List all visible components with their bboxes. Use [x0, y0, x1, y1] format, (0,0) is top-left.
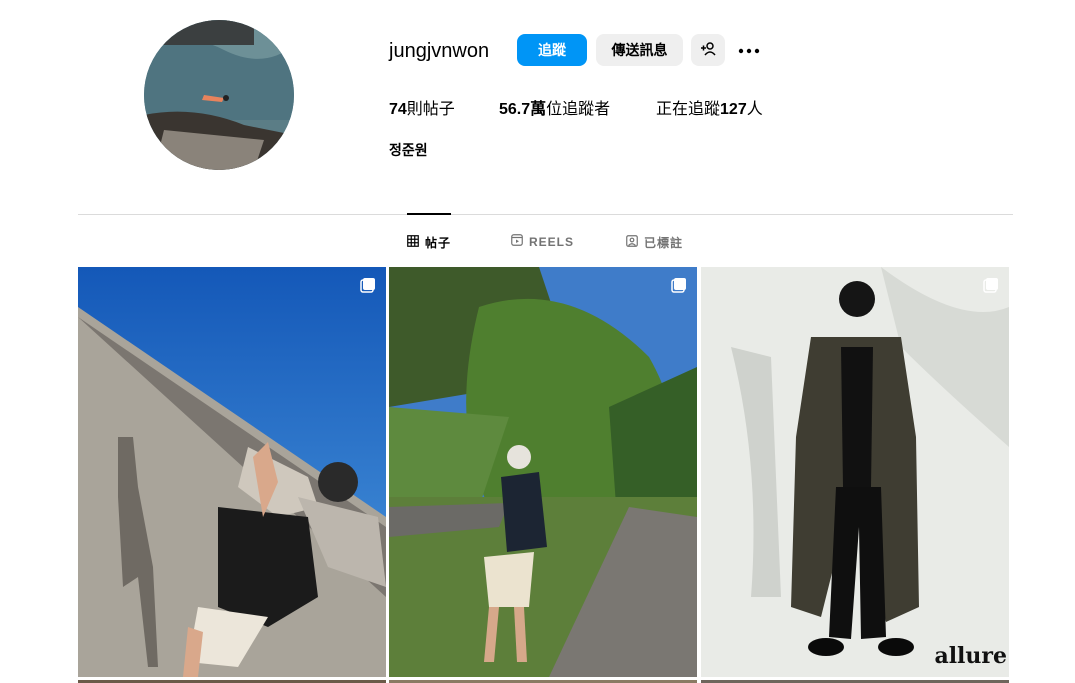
post-thumbnail[interactable]: allure — [701, 267, 1009, 677]
profile-avatar[interactable] — [144, 20, 294, 170]
send-message-button[interactable]: 傳送訊息 — [596, 34, 683, 66]
grid-icon — [407, 235, 419, 250]
posts-count: 74則帖子 — [389, 101, 455, 118]
tagged-icon — [626, 235, 638, 250]
following-count[interactable]: 正在追蹤127人 — [656, 95, 763, 119]
tab-reels-label: REELS — [529, 234, 575, 249]
carousel-icon — [983, 277, 999, 293]
suggest-users-button[interactable] — [691, 34, 725, 66]
post-thumbnail[interactable] — [78, 267, 386, 677]
tabs-divider — [78, 214, 1013, 215]
magazine-brand-mark: allure — [934, 643, 1007, 669]
reels-icon — [511, 234, 523, 249]
follow-button[interactable]: 追蹤 — [517, 34, 587, 66]
tab-tagged[interactable]: 已標註 — [626, 234, 683, 251]
more-options-button[interactable] — [736, 38, 762, 62]
post-thumbnail[interactable] — [389, 267, 697, 677]
carousel-icon — [671, 277, 687, 293]
active-tab-indicator — [407, 213, 451, 215]
profile-username: jungjvnwon — [389, 40, 490, 62]
add-user-icon — [700, 41, 716, 60]
tab-posts[interactable]: 帖子 — [407, 234, 451, 251]
tab-tagged-label: 已標註 — [644, 236, 684, 250]
tab-reels[interactable]: REELS — [511, 234, 574, 249]
more-options-icon — [738, 41, 760, 59]
profile-full-name: 정준원 — [389, 142, 428, 158]
followers-count[interactable]: 56.7萬位追蹤者 — [499, 95, 610, 119]
carousel-icon — [360, 277, 376, 293]
tab-posts-label: 帖子 — [425, 236, 452, 250]
